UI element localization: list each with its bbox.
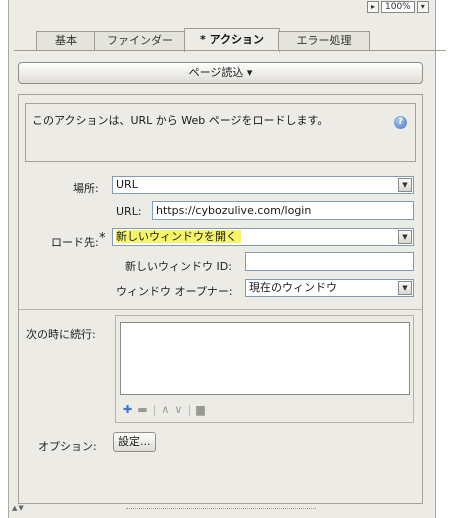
new-window-id-label: 新しいウィンドウ ID: [125,260,232,273]
section-divider [19,309,422,310]
resize-grip[interactable] [126,508,316,510]
minus-icon[interactable]: ▬ [137,403,147,417]
status-bar: ▲▼ [8,502,436,518]
page-read-button[interactable]: ページ読込 ▾ [18,62,423,84]
load-to-select-value: 新しいウィンドウを開く [116,230,241,243]
location-select[interactable]: URL ▼ [112,176,414,194]
load-to-select[interactable]: 新しいウィンドウを開く ▼ [112,228,414,246]
help-icon[interactable]: ? [394,116,407,129]
description-box: このアクションは、URL から Web ページをロードします。 ? [25,103,416,162]
url-label: URL: [116,205,142,218]
arrow-up-icon[interactable]: ∧ [161,403,169,417]
chevron-down-icon: ▼ [398,230,412,244]
new-window-id-input[interactable] [245,252,414,271]
collapse-arrows-icon[interactable]: ▲▼ [12,504,25,512]
zoom-control: ▸ 100% ▾ [367,0,429,13]
settings-button-label: 設定... [118,435,151,448]
tab-finder[interactable]: ファインダー [94,31,186,51]
tab-basic[interactable]: 基本 [36,31,96,51]
tab-action[interactable]: * アクション [184,28,280,52]
url-input-value: https://cybozulive.com/login [156,204,312,217]
tab-error-handling-label: エラー処理 [296,34,352,47]
toolbar-divider-2: | [187,403,192,416]
tab-finder-label: ファインダー [107,34,173,47]
action-settings-panel: このアクションは、URL から Web ページをロードします。 ? 場所: UR… [18,94,423,504]
options-label: オプション: [38,440,97,453]
toolbar-divider: | [152,403,157,416]
tab-divider [14,50,446,51]
load-to-label: ロード先: [51,236,99,249]
chevron-down-icon: ▼ [398,281,412,295]
tab-action-marker: * [199,33,206,46]
window-opener-label: ウィンドウ オープナー: [116,285,233,298]
clear-icon[interactable]: ▆ [196,403,204,417]
continue-on-label: 次の時に続行: [26,328,96,341]
zoom-value[interactable]: 100% [381,0,415,13]
tab-basic-label: 基本 [55,34,77,47]
window-opener-select[interactable]: 現在のウィンドウ ▼ [245,279,414,297]
url-input[interactable]: https://cybozulive.com/login [152,201,414,220]
chevron-down-icon: ▼ [398,178,412,192]
tab-error-handling[interactable]: エラー処理 [278,31,370,51]
tab-action-label: アクション [209,33,265,46]
location-select-value: URL [116,178,138,191]
description-text: このアクションは、URL から Web ページをロードします。 [32,114,329,127]
settings-button[interactable]: 設定... [113,432,156,452]
location-label: 場所: [73,182,99,195]
window-opener-value: 現在のウィンドウ [249,281,337,294]
zoom-decrease-button[interactable]: ▸ [367,0,379,13]
plus-icon[interactable]: ✚ [123,403,132,417]
load-to-required-marker: * [99,231,106,246]
arrow-down-icon[interactable]: ∨ [174,403,182,417]
page-read-button-label: ページ読込 ▾ [188,66,253,79]
zoom-dropdown-button[interactable]: ▾ [416,0,429,13]
continue-on-toolbar: ✚ ▬ | ∧ ∨ | ▆ [123,403,205,417]
continue-on-list[interactable] [120,322,410,395]
